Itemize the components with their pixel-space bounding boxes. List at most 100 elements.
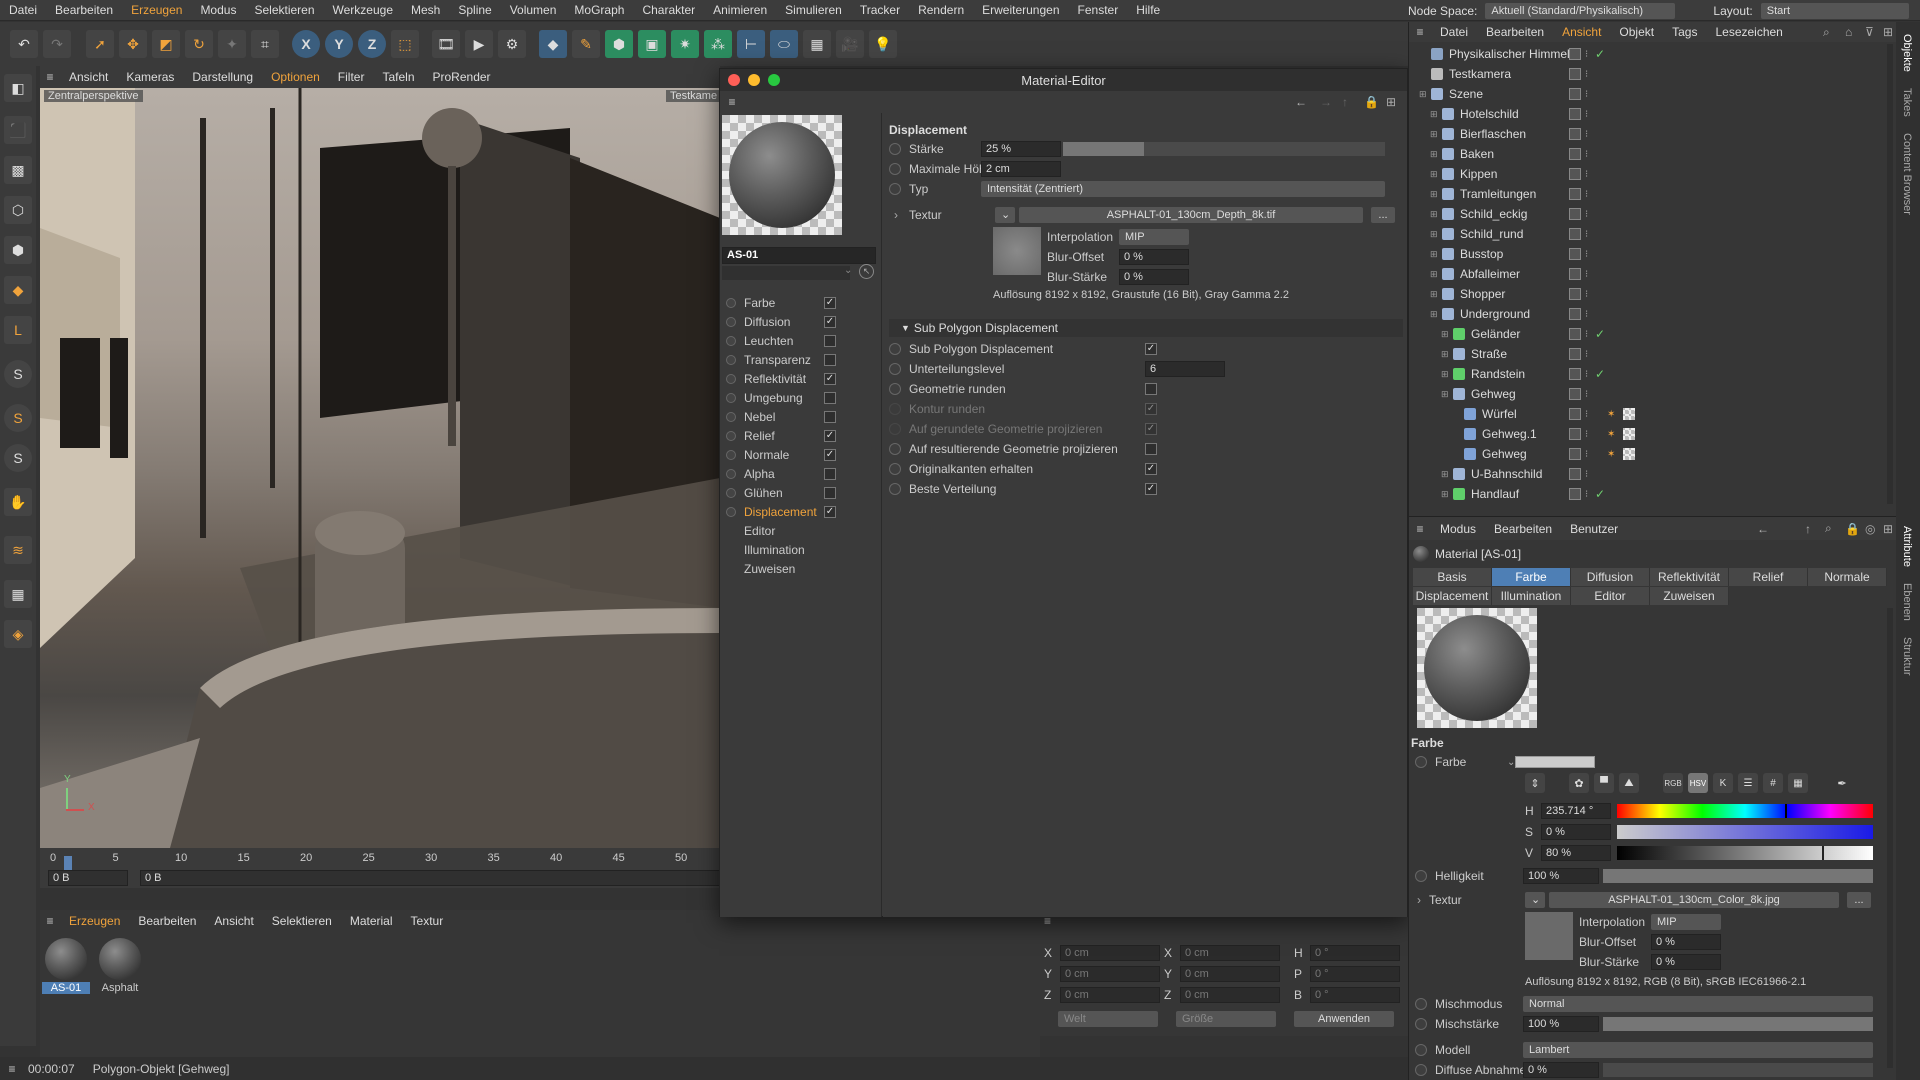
coord-mode-dropdown[interactable]: Welt [1058,1011,1158,1027]
render-dots-icon[interactable]: ⁝ [1585,109,1588,120]
tree-expand-icon[interactable]: ⊞ [1430,269,1442,280]
menu-17[interactable]: Hilfe [1127,3,1169,17]
viewport-menu-6[interactable]: ProRender [424,70,500,84]
blurst-field[interactable]: 0 % [1119,269,1189,285]
axis-z-button[interactable]: Z [358,30,386,58]
visibility-toggle[interactable] [1569,88,1581,100]
visibility-toggle[interactable] [1569,268,1581,280]
staerke-field[interactable]: 25 % [981,141,1061,157]
material-tag-icon[interactable] [1623,408,1635,420]
timeline-current-field[interactable]: 0 B [140,870,720,886]
phong-tag-icon[interactable]: ✶ [1607,409,1615,420]
channel-9[interactable]: Alpha [720,464,880,483]
render-dots-icon[interactable]: ⁝ [1585,49,1588,60]
mm-menu-1[interactable]: Bearbeiten [129,914,205,928]
menu-5[interactable]: Werkzeuge [324,3,402,17]
hue-slider[interactable] [1617,804,1873,818]
farbe-expand-icon[interactable]: ⌄ [1507,757,1515,768]
scale-icon[interactable]: ◩ [152,30,180,58]
make-editable-icon[interactable]: ◧ [4,74,32,102]
cube-icon[interactable]: ◆ [539,30,567,58]
size-y-field[interactable]: 0 cm [1180,966,1280,982]
deformer-icon[interactable]: ⊢ [737,30,765,58]
val-slider[interactable] [1617,846,1873,860]
tree-expand-icon[interactable]: ⊞ [1430,209,1442,220]
material-name-menu[interactable] [722,266,850,280]
am-menu-1[interactable]: Bearbeiten [1485,522,1561,536]
color-swatches-icon[interactable]: ▦ [1788,773,1808,793]
visibility-toggle[interactable] [1569,328,1581,340]
enabled-check-icon[interactable]: ✓ [1595,487,1605,501]
visibility-toggle[interactable] [1569,248,1581,260]
visibility-toggle[interactable] [1569,468,1581,480]
menu-8[interactable]: Volumen [501,3,566,17]
om-hamburger-icon[interactable]: ≡ [1409,25,1431,39]
object-row[interactable]: ⊞ U-Bahnschild ⁝ [1409,464,1896,484]
sat-field[interactable]: 0 % [1541,824,1611,840]
material-tag-icon[interactable] [1623,428,1635,440]
attr-tab2-0[interactable]: Displacement [1413,587,1492,605]
channel-checkbox[interactable]: ✓ [824,372,836,385]
visibility-toggle[interactable] [1569,428,1581,440]
mm-menu-2[interactable]: Ansicht [205,914,262,928]
render-settings-icon[interactable]: ⚙ [498,30,526,58]
diffuse-abnahme-anim-dot[interactable] [1415,1064,1427,1076]
lock-icon[interactable]: 🔒 [1364,95,1379,109]
tree-expand-icon[interactable]: ⊞ [1441,389,1453,400]
textur-expand-icon[interactable]: › [883,208,909,222]
recent-tool-icon[interactable]: ✦ [218,30,246,58]
rotate-icon[interactable]: ↻ [185,30,213,58]
sat-slider[interactable] [1617,825,1873,839]
polygon-mode-icon[interactable]: ◆ [4,276,32,304]
textur-file-button[interactable]: ASPHALT-01_130cm_Depth_8k.tif [1019,207,1363,223]
channel-3[interactable]: Transparenz [720,350,880,369]
render-dots-icon[interactable]: ⁝ [1585,169,1588,180]
visibility-toggle[interactable] [1569,108,1581,120]
helligkeit-anim-dot[interactable] [1415,870,1427,882]
channel-10[interactable]: Glühen [720,483,880,502]
attr-bluroff-field[interactable]: 0 % [1651,934,1721,950]
render-dots-icon[interactable]: ⁝ [1585,449,1588,460]
visibility-toggle[interactable] [1569,148,1581,160]
object-row[interactable]: Testkamera ⁝ [1409,64,1896,84]
spd-checkbox[interactable] [1145,443,1157,455]
object-row[interactable]: ⊞ Gehweg ⁝ [1409,384,1896,404]
object-row[interactable]: ⊞ Underground ⁝ [1409,304,1896,324]
enabled-check-icon[interactable]: ✓ [1595,327,1605,341]
spd-anim-dot[interactable] [889,403,901,415]
visibility-toggle[interactable] [1569,308,1581,320]
apply-button[interactable]: Anwenden [1294,1011,1394,1027]
up-arrow-icon[interactable]: ↑ [1342,95,1348,109]
textur-browse-button[interactable]: ... [1371,207,1395,223]
om-filter-icon[interactable]: ⊽ [1865,25,1874,39]
mischstaerke-slider[interactable] [1603,1017,1873,1031]
tree-expand-icon[interactable]: ⊞ [1441,329,1453,340]
chevron-down-icon[interactable]: ⌄ [844,265,852,276]
attr-textur-expand-icon[interactable]: › [1409,893,1429,907]
om-menu-4[interactable]: Tags [1663,25,1706,39]
viewport-menu-2[interactable]: Darstellung [183,70,262,84]
node-space-dropdown[interactable]: Aktuell (Standard/Physikalisch) [1485,2,1676,19]
tree-expand-icon[interactable]: ⊞ [1441,469,1453,480]
object-row[interactable]: ⊞ Hotelschild ⁝ [1409,104,1896,124]
render-dots-icon[interactable]: ⁝ [1585,89,1588,100]
attribute-material-preview[interactable] [1417,608,1537,728]
grid-icon[interactable]: ▦ [4,580,32,608]
attr-textur-browse-button[interactable]: ... [1847,892,1871,908]
visibility-toggle[interactable] [1569,448,1581,460]
om-menu-2[interactable]: Ansicht [1553,25,1610,39]
diffuse-abnahme-field[interactable]: 0 % [1523,1062,1599,1078]
object-row[interactable]: ⊞ Baken ⁝ [1409,144,1896,164]
attr-tab-5[interactable]: Normale [1808,568,1887,586]
channel-checkbox[interactable]: ✓ [824,448,836,461]
pick-material-icon[interactable]: ↖ [859,264,874,279]
menu-15[interactable]: Erweiterungen [973,3,1068,17]
channel-checkbox[interactable]: ✓ [824,429,836,442]
channel-extra-0[interactable]: Editor [720,521,880,540]
render-dots-icon[interactable]: ⁝ [1585,389,1588,400]
menu-0[interactable]: Datei [0,3,46,17]
color-collapse-icon[interactable]: ⇕ [1525,773,1545,793]
render-dots-icon[interactable]: ⁝ [1585,69,1588,80]
am-menu-2[interactable]: Benutzer [1561,522,1627,536]
object-row[interactable]: Würfel ⁝ ✶ [1409,404,1896,424]
